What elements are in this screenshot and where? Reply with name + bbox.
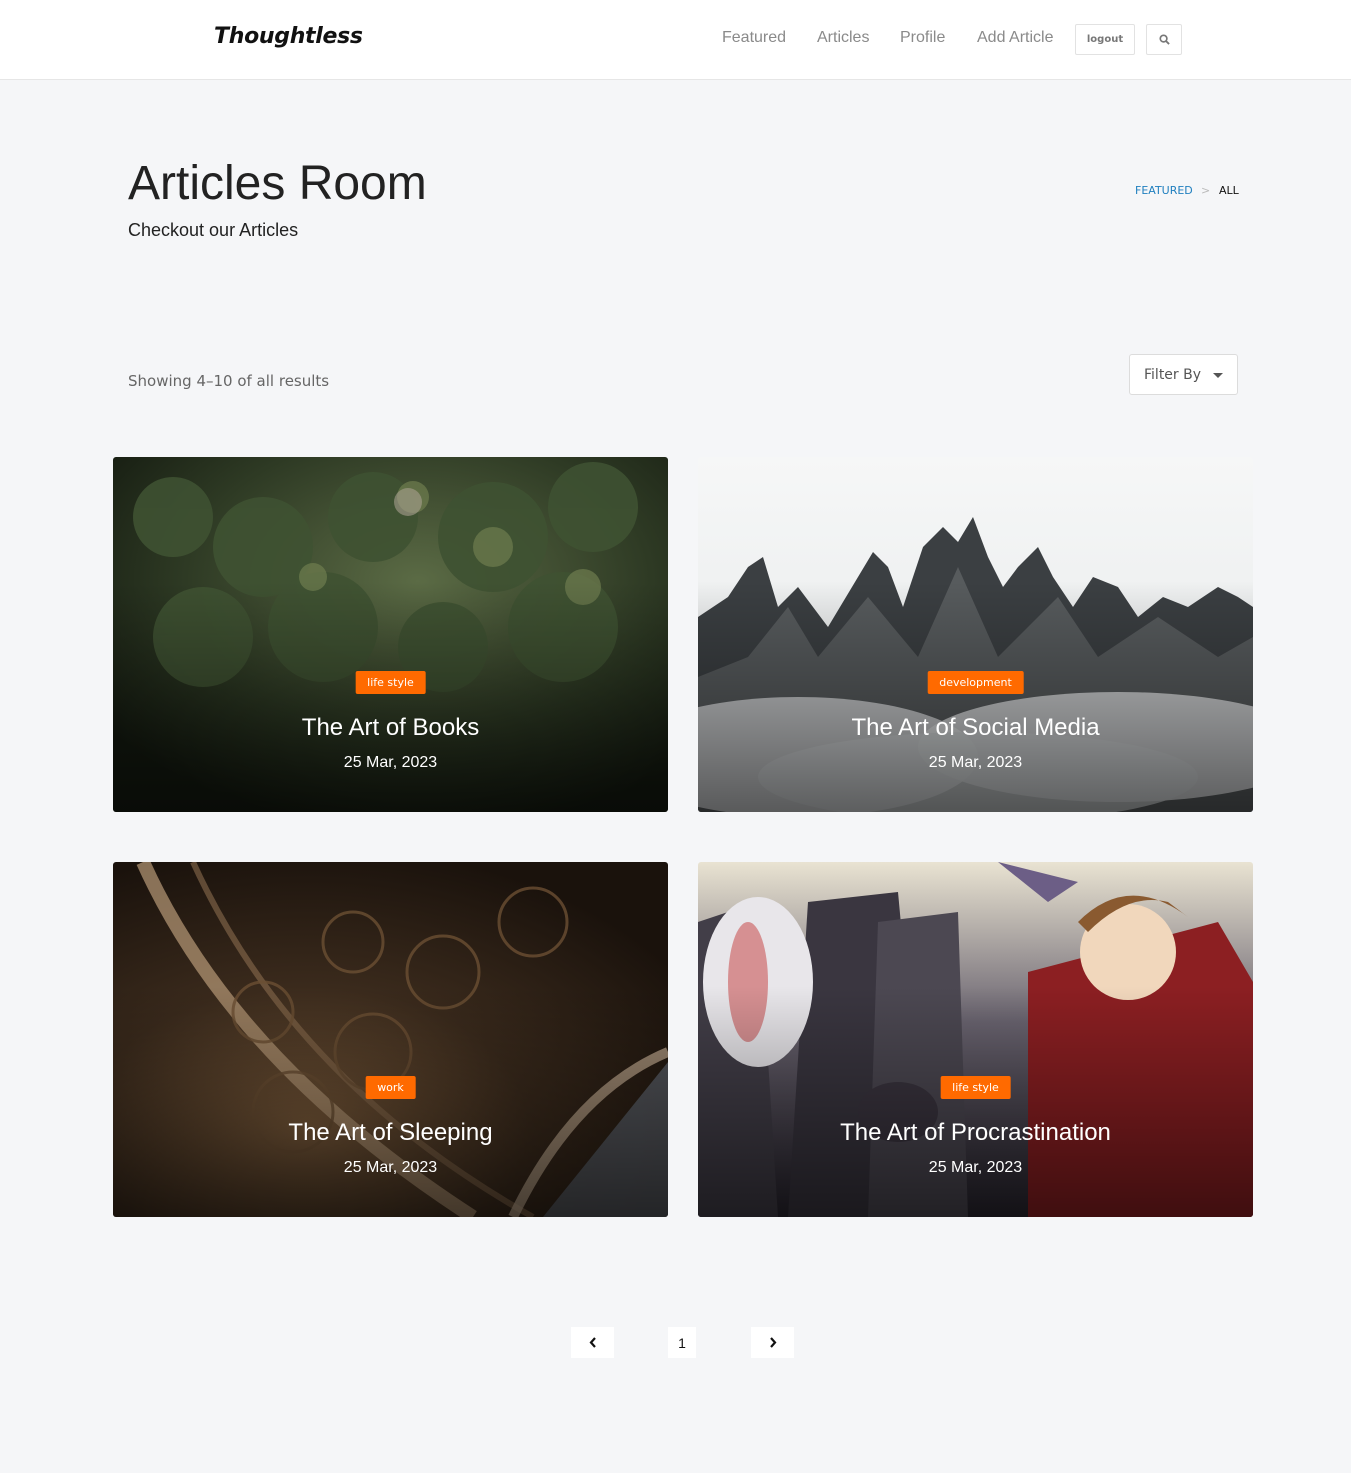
top-navbar: Thoughtless Featured Articles Profile Ad… xyxy=(0,0,1351,80)
breadcrumb-featured[interactable]: FEATURED xyxy=(1135,184,1193,197)
search-icon xyxy=(1158,34,1170,45)
article-title[interactable]: The Art of Books xyxy=(113,714,668,742)
nav-articles[interactable]: Articles xyxy=(817,29,869,47)
brand-logo[interactable]: Thoughtless xyxy=(214,24,363,49)
article-date: 25 Mar, 2023 xyxy=(343,754,438,771)
article-date: 25 Mar, 2023 xyxy=(928,754,1023,771)
page-subtitle: Checkout our Articles xyxy=(128,220,299,240)
search-button[interactable] xyxy=(1146,24,1182,55)
filter-label: Filter By xyxy=(1144,367,1202,383)
article-card[interactable]: development The Art of Social Media 25 M… xyxy=(698,457,1253,812)
category-tag[interactable]: development xyxy=(927,671,1024,694)
pagination-prev-button[interactable] xyxy=(571,1327,614,1358)
article-title[interactable]: The Art of Social Media xyxy=(698,714,1253,742)
article-card[interactable]: life style The Art of Books 25 Mar, 2023 xyxy=(113,457,668,812)
pagination-page-1[interactable]: 1 xyxy=(668,1327,696,1358)
article-title[interactable]: The Art of Sleeping xyxy=(113,1119,668,1147)
chevron-right-icon xyxy=(769,1337,776,1348)
article-title[interactable]: The Art of Procrastination xyxy=(698,1119,1253,1147)
breadcrumb-separator: > xyxy=(1201,184,1211,197)
nav-featured[interactable]: Featured xyxy=(722,29,786,47)
nav-profile[interactable]: Profile xyxy=(900,29,945,47)
category-tag[interactable]: work xyxy=(365,1076,416,1099)
breadcrumb-current: ALL xyxy=(1219,184,1239,197)
pagination-next-button[interactable] xyxy=(751,1327,794,1358)
results-count: Showing 4–10 of all results xyxy=(128,372,330,390)
article-card[interactable]: work The Art of Sleeping 25 Mar, 2023 xyxy=(113,862,668,1217)
logout-button[interactable]: logout xyxy=(1075,24,1135,55)
article-date: 25 Mar, 2023 xyxy=(928,1159,1023,1176)
chevron-left-icon xyxy=(589,1337,596,1348)
nav-add-article[interactable]: Add Article xyxy=(977,29,1053,47)
page-title: Articles Room xyxy=(128,157,427,210)
caret-down-icon xyxy=(1213,373,1223,378)
article-card[interactable]: life style The Art of Procrastination 25… xyxy=(698,862,1253,1217)
filter-dropdown[interactable]: Filter By xyxy=(1129,354,1238,395)
category-tag[interactable]: life style xyxy=(355,671,426,694)
article-date: 25 Mar, 2023 xyxy=(343,1159,438,1176)
category-tag[interactable]: life style xyxy=(940,1076,1011,1099)
